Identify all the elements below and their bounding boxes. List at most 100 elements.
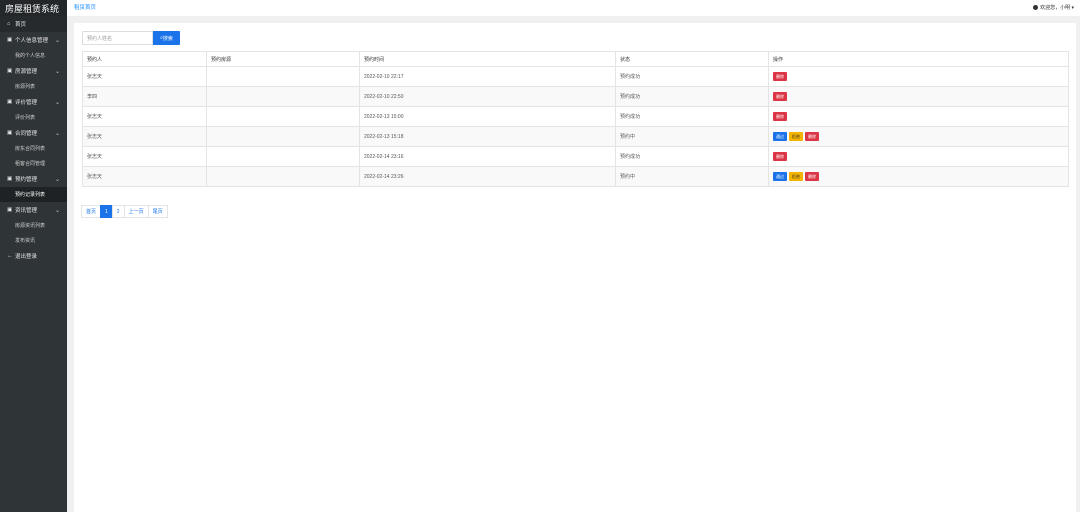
sidebar-group-appointments[interactable]: ▣ 预约管理 ⌄ <box>0 171 67 187</box>
pager-last[interactable]: 尾页 <box>147 205 168 218</box>
delete-button[interactable]: 删除 <box>773 92 787 101</box>
user-icon <box>1033 5 1039 10</box>
cell-name: 张志天 <box>82 146 207 167</box>
chevron-down-icon: ⌄ <box>54 176 60 183</box>
appointment-table: 预约人 预约房源 预约时间 状态 操作 张志天 2022-02-10 22:17… <box>82 51 1069 187</box>
sidebar-item-label: 首页 <box>15 22 27 28</box>
cell-name: 张志天 <box>82 126 207 147</box>
cell-actions: 删除 <box>768 146 1069 167</box>
sidebar-group-label: 评价管理 <box>15 100 38 106</box>
contract-icon: ▣ <box>7 130 13 136</box>
sidebar-item-appointment-list[interactable]: 预约记录列表 <box>0 187 67 202</box>
chevron-down-icon: ⌄ <box>54 130 60 137</box>
breadcrumb[interactable]: 租赁首页 <box>74 3 96 11</box>
column-header: 状态 <box>615 51 769 67</box>
column-header: 预约人 <box>82 51 207 67</box>
sidebar-group-label: 房源管理 <box>15 69 38 75</box>
sidebar-group-label: 合同管理 <box>15 131 38 137</box>
cell-actions: 删除 <box>768 86 1069 107</box>
table-row: 李四 2022-02-10 22:50 预约成功 删除 <box>82 86 1069 107</box>
cell-actions: 通过 拒绝 删除 <box>768 166 1069 187</box>
user-menu[interactable]: 欢迎您，小明 ▾ <box>1033 4 1074 11</box>
sidebar-group-label: 预约管理 <box>15 177 38 183</box>
table-row: 张志天 2022-02-14 23:26 预约中 通过 拒绝 删除 <box>82 166 1069 187</box>
cell-time: 2022-02-10 22:17 <box>359 66 616 87</box>
sidebar-item-review-list[interactable]: 评价列表 <box>0 110 67 125</box>
table-row: 张志天 2022-02-13 15:00 预约成功 删除 <box>82 106 1069 127</box>
cell-house <box>206 106 360 127</box>
cell-house <box>206 126 360 147</box>
cell-house <box>206 66 360 87</box>
reject-button[interactable]: 拒绝 <box>789 172 803 181</box>
delete-button[interactable]: 删除 <box>773 112 787 121</box>
user-menu-label: 欢迎您，小明 ▾ <box>1040 5 1074 11</box>
sidebar-item-tenant-contracts[interactable]: 租客合同管理 <box>0 156 67 171</box>
cell-house <box>206 146 360 167</box>
sidebar-item-news-list[interactable]: 房源资讯列表 <box>0 218 67 233</box>
sidebar-group-reviews[interactable]: ▣ 评价管理 ⌄ <box>0 94 67 110</box>
sidebar-group-profile[interactable]: ▣ 个人信息管理 ⌄ <box>0 32 67 48</box>
cell-house <box>206 166 360 187</box>
delete-button[interactable]: 删除 <box>805 132 819 141</box>
table-row: 张志天 2022-02-13 15:18 预约中 通过 拒绝 删除 <box>82 126 1069 147</box>
comment-icon: ▣ <box>7 99 13 105</box>
person-icon: ▣ <box>7 37 13 43</box>
sidebar-group-label: 资讯管理 <box>15 208 38 214</box>
sidebar-item-publish-news[interactable]: 发布资讯 <box>0 233 67 248</box>
table-row: 张志天 2022-02-10 22:17 预约成功 删除 <box>82 66 1069 87</box>
sidebar-item-label: 退出登录 <box>15 254 38 260</box>
column-header: 预约时间 <box>359 51 616 67</box>
search-input[interactable]: 预约人姓名 <box>82 31 153 45</box>
cell-status: 预约中 <box>615 166 769 187</box>
cell-name: 张志天 <box>82 106 207 127</box>
sidebar-group-news[interactable]: ▣ 资讯管理 ⌄ <box>0 202 67 218</box>
pager-next[interactable]: 上一页 <box>123 205 149 218</box>
delete-button[interactable]: 删除 <box>773 72 787 81</box>
column-header: 操作 <box>768 51 1069 67</box>
cell-time: 2022-02-13 15:18 <box>359 126 616 147</box>
home-icon: ⌂ <box>7 21 11 27</box>
top-bar: 租赁首页 欢迎您，小明 ▾ <box>67 0 1080 16</box>
approve-button[interactable]: 通过 <box>773 132 787 141</box>
cell-actions: 删除 <box>768 106 1069 127</box>
delete-button[interactable]: 删除 <box>805 172 819 181</box>
calendar-icon: ▣ <box>7 176 13 182</box>
sidebar-item-landlord-contracts[interactable]: 房东合同列表 <box>0 141 67 156</box>
sidebar-group-label: 个人信息管理 <box>15 38 49 44</box>
cell-status: 预约成功 <box>615 106 769 127</box>
cell-status: 预约成功 <box>615 146 769 167</box>
delete-button[interactable]: 删除 <box>773 152 787 161</box>
cell-actions: 通过 拒绝 删除 <box>768 126 1069 147</box>
sidebar-group-contracts[interactable]: ▣ 合同管理 ⌄ <box>0 125 67 141</box>
logout-icon: ← <box>7 253 13 259</box>
sidebar-item-logout[interactable]: ← 退出登录 <box>0 248 67 264</box>
approve-button[interactable]: 通过 <box>773 172 787 181</box>
search-button[interactable]: ⌕ 搜索 <box>153 31 180 45</box>
cell-status: 预约成功 <box>615 86 769 107</box>
reject-button[interactable]: 拒绝 <box>789 132 803 141</box>
chevron-down-icon: ⌄ <box>54 68 60 75</box>
news-icon: ▣ <box>7 207 13 213</box>
chevron-down-icon: ⌄ <box>54 37 60 44</box>
cell-name: 张志天 <box>82 66 207 87</box>
pagination: 首页 1 2 上一页 尾页 <box>81 205 168 218</box>
search-bar: 预约人姓名 ⌕ 搜索 <box>82 31 180 45</box>
chevron-down-icon: ⌄ <box>54 207 60 214</box>
chevron-down-icon: ⌄ <box>54 99 60 106</box>
cell-status: 预约中 <box>615 126 769 147</box>
cell-time: 2022-02-14 23:26 <box>359 166 616 187</box>
sidebar-item-my-info[interactable]: 我的个人信息 <box>0 48 67 63</box>
cell-time: 2022-02-10 22:50 <box>359 86 616 107</box>
cell-time: 2022-02-13 15:00 <box>359 106 616 127</box>
house-icon: ▣ <box>7 68 13 74</box>
sidebar-group-houses[interactable]: ▣ 房源管理 ⌄ <box>0 63 67 79</box>
column-header: 预约房源 <box>206 51 360 67</box>
cell-actions: 删除 <box>768 66 1069 87</box>
cell-house <box>206 86 360 107</box>
cell-time: 2022-02-14 23:16 <box>359 146 616 167</box>
sidebar: 房屋租赁系统 ⌂ 首页 ▣ 个人信息管理 ⌄ 我的个人信息 ▣ 房源管理 ⌄ 房… <box>0 0 67 512</box>
sidebar-item-home[interactable]: ⌂ 首页 <box>0 16 67 32</box>
table-row: 张志天 2022-02-14 23:16 预约成功 删除 <box>82 146 1069 167</box>
sidebar-item-house-list[interactable]: 房源列表 <box>0 79 67 94</box>
pager-first[interactable]: 首页 <box>81 205 102 218</box>
